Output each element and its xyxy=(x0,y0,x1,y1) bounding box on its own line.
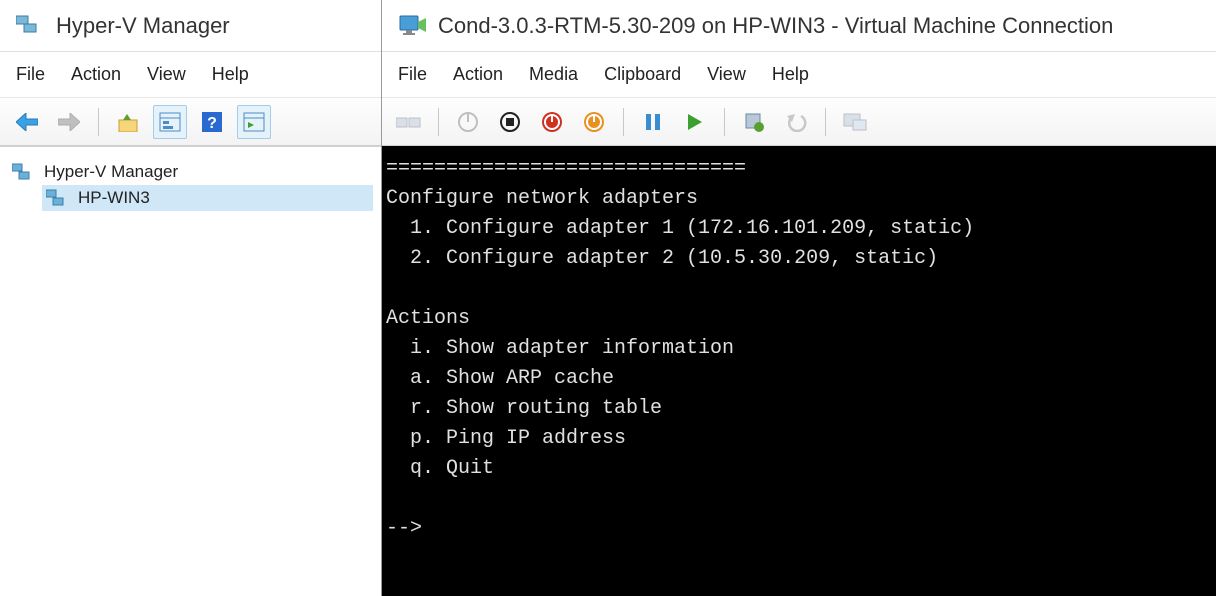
hyperv-tree-icon xyxy=(12,161,36,183)
svg-text:?: ? xyxy=(207,115,217,132)
reset-button[interactable] xyxy=(678,105,712,139)
save-button[interactable] xyxy=(577,105,611,139)
server-tree-icon xyxy=(46,187,70,209)
vmconnect-icon xyxy=(398,14,426,38)
toolbar-separator xyxy=(438,108,439,136)
menu-help[interactable]: Help xyxy=(212,64,249,85)
revert-button[interactable] xyxy=(779,105,813,139)
tree-root-item[interactable]: Hyper-V Manager xyxy=(8,159,373,185)
hyperv-menubar: File Action View Help xyxy=(0,52,381,98)
menu-file[interactable]: File xyxy=(398,64,427,85)
show-actions-button[interactable] xyxy=(237,105,271,139)
help-button[interactable]: ? xyxy=(195,105,229,139)
menu-action[interactable]: Action xyxy=(71,64,121,85)
properties-button[interactable] xyxy=(153,105,187,139)
start-button[interactable] xyxy=(451,105,485,139)
vmconnect-menubar: File Action Media Clipboard View Help xyxy=(382,52,1216,98)
hyperv-toolbar: ? xyxy=(0,98,381,146)
nav-back-button[interactable] xyxy=(10,105,44,139)
pause-button[interactable] xyxy=(636,105,670,139)
toolbar-separator xyxy=(825,108,826,136)
menu-file[interactable]: File xyxy=(16,64,45,85)
vmconnect-pane: Cond-3.0.3-RTM-5.30-209 on HP-WIN3 - Vir… xyxy=(382,0,1216,596)
checkpoint-button[interactable] xyxy=(737,105,771,139)
menu-clipboard[interactable]: Clipboard xyxy=(604,64,681,85)
menu-media[interactable]: Media xyxy=(529,64,578,85)
server-tree: Hyper-V Manager HP-WIN3 xyxy=(0,146,381,596)
toolbar-separator xyxy=(724,108,725,136)
hyperv-manager-pane: Hyper-V Manager File Action View Help ? xyxy=(0,0,382,596)
tree-host-item[interactable]: HP-WIN3 xyxy=(42,185,373,211)
hyperv-title: Hyper-V Manager xyxy=(56,13,230,39)
nav-forward-button[interactable] xyxy=(52,105,86,139)
ctrl-alt-del-button[interactable] xyxy=(392,105,426,139)
menu-view[interactable]: View xyxy=(147,64,186,85)
enhanced-session-button[interactable] xyxy=(838,105,872,139)
turn-off-button[interactable] xyxy=(493,105,527,139)
menu-help[interactable]: Help xyxy=(772,64,809,85)
tree-root-label: Hyper-V Manager xyxy=(44,162,178,182)
vmconnect-title: Cond-3.0.3-RTM-5.30-209 on HP-WIN3 - Vir… xyxy=(438,13,1113,39)
vmconnect-titlebar: Cond-3.0.3-RTM-5.30-209 on HP-WIN3 - Vir… xyxy=(382,0,1216,52)
up-folder-button[interactable] xyxy=(111,105,145,139)
toolbar-separator xyxy=(98,108,99,136)
toolbar-separator xyxy=(623,108,624,136)
tree-host-label: HP-WIN3 xyxy=(78,188,150,208)
vmconnect-toolbar xyxy=(382,98,1216,146)
vm-console[interactable]: ============================== Configure… xyxy=(382,146,1216,596)
menu-view[interactable]: View xyxy=(707,64,746,85)
menu-action[interactable]: Action xyxy=(453,64,503,85)
hyperv-icon xyxy=(16,12,44,40)
hyperv-titlebar: Hyper-V Manager xyxy=(0,0,381,52)
shutdown-button[interactable] xyxy=(535,105,569,139)
